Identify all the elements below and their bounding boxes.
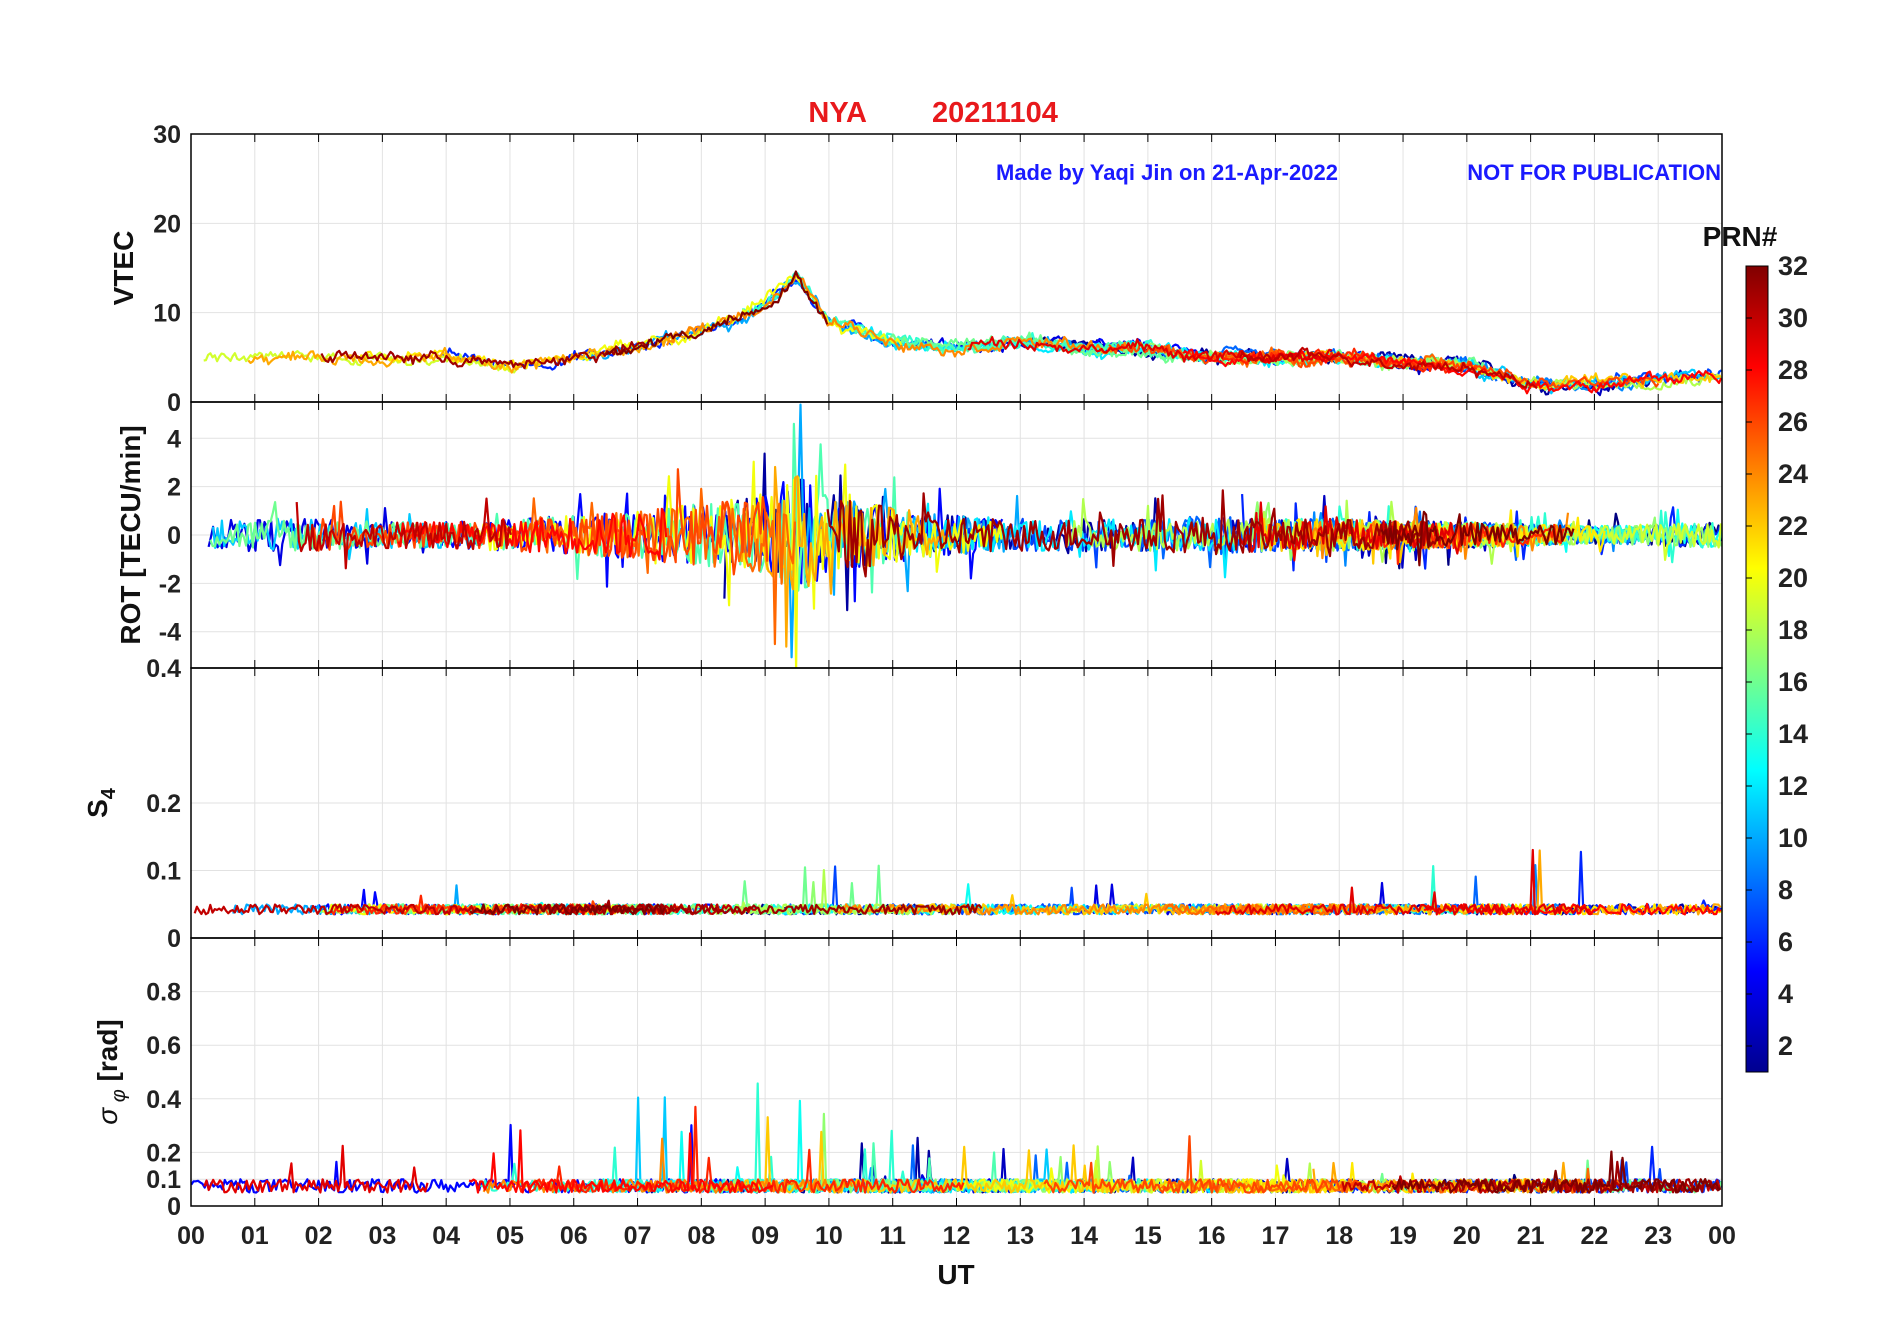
y-tick-label: 0 bbox=[167, 1193, 181, 1221]
rot-ylabel: ROT [TECU/min] bbox=[115, 425, 146, 644]
y-tick-label: 0 bbox=[167, 522, 181, 550]
x-tick-labels: 00 01 02 03 04 05 06 07 08 09 10 11 12 13 14 15 16 17 18 19… bbox=[177, 1222, 1736, 1250]
prn-series-line bbox=[665, 272, 1128, 358]
x-tick-label: 09 bbox=[751, 1222, 779, 1250]
colorbar-tick-label: 28 bbox=[1778, 355, 1808, 385]
made-by-annotation: Made by Yaqi Jin on 21-Apr-2022 bbox=[996, 160, 1338, 185]
colorbar-tick-label: 4 bbox=[1778, 979, 1793, 1009]
y-tick-label: 10 bbox=[153, 300, 181, 328]
colorbar-tick-label: 6 bbox=[1778, 927, 1793, 957]
vtec-series bbox=[203, 270, 1722, 397]
colorbar-tick-label: 16 bbox=[1778, 667, 1808, 697]
y-tick-label: 20 bbox=[153, 210, 181, 238]
panel-s4: 0 0.1 0.2 0.4 S4 bbox=[82, 655, 1723, 953]
x-tick-label: 23 bbox=[1644, 1222, 1672, 1250]
colorbar-title: PRN# bbox=[1703, 221, 1778, 252]
x-tick-label: 11 bbox=[879, 1222, 906, 1250]
x-tick-label: 06 bbox=[560, 1222, 588, 1250]
y-tick-label: 0.1 bbox=[146, 858, 181, 886]
colorbar-tick-label: 20 bbox=[1778, 563, 1808, 593]
x-tick-label: 20 bbox=[1453, 1222, 1481, 1250]
y-tick-label: 0.2 bbox=[146, 790, 181, 818]
figure: NYA 20211104 0102030 VTEC Made by Yaqi J… bbox=[82, 97, 1808, 1290]
y-tick-label: 0 bbox=[167, 389, 181, 417]
x-tick-label: 19 bbox=[1389, 1222, 1417, 1250]
y-tick-label: 0.4 bbox=[146, 655, 181, 683]
colorbar-tick-label: 2 bbox=[1778, 1031, 1793, 1061]
y-tick-label: -2 bbox=[159, 570, 181, 598]
x-tick-label: 18 bbox=[1325, 1222, 1353, 1250]
colorbar-tick-label: 26 bbox=[1778, 407, 1808, 437]
y-tick-label: 0.1 bbox=[146, 1166, 181, 1194]
title-date: 20211104 bbox=[932, 97, 1058, 129]
y-tick-label: 4 bbox=[167, 425, 181, 453]
s4-ylabel: S4 bbox=[82, 787, 120, 818]
s4-ytick-labels: 0 0.1 0.2 0.4 bbox=[146, 655, 181, 953]
y-tick-label: 2 bbox=[167, 474, 181, 502]
x-tick-label: 04 bbox=[432, 1222, 460, 1250]
x-tick-label: 00 bbox=[177, 1222, 205, 1250]
x-tick-label: 02 bbox=[305, 1222, 333, 1250]
x-tick-label: 01 bbox=[241, 1222, 269, 1250]
y-tick-label: 0.6 bbox=[146, 1032, 181, 1060]
x-tick-label: 21 bbox=[1517, 1222, 1545, 1250]
y-tick-label: 0.8 bbox=[146, 979, 181, 1007]
x-tick-label: 00 bbox=[1708, 1222, 1736, 1250]
colorbar-tick-label: 22 bbox=[1778, 511, 1808, 541]
y-tick-label: 0.2 bbox=[146, 1139, 181, 1167]
s4-series bbox=[193, 848, 1722, 916]
x-tick-label: 10 bbox=[815, 1222, 843, 1250]
x-tick-label: 16 bbox=[1198, 1222, 1226, 1250]
colorbar-tick-label: 24 bbox=[1778, 459, 1808, 489]
colorbar-tick-label: 30 bbox=[1778, 303, 1808, 333]
vtec-ytick-labels: 0 10 20 30 bbox=[153, 121, 181, 417]
panel-sigma-phi: 00.10.2 0.4 0.6 0.8 σ φ [rad] bbox=[92, 937, 1723, 1221]
x-tick-label: 17 bbox=[1262, 1222, 1290, 1250]
colorbar-tick-label: 12 bbox=[1778, 771, 1808, 801]
grid-sigma-phi bbox=[190, 938, 1723, 1207]
x-tick-label: 15 bbox=[1134, 1222, 1162, 1250]
panel-rot: -4 -2 0 2 4 ROT [TECU/min] bbox=[115, 401, 1723, 669]
x-tick-label: 08 bbox=[687, 1222, 715, 1250]
colorbar-gradient bbox=[1745, 265, 1769, 1073]
vtec-ylabel: VTEC bbox=[108, 231, 139, 306]
x-tick-label: 22 bbox=[1581, 1222, 1609, 1250]
sigma-phi-ytick-labels: 00.10.2 0.4 0.6 0.8 bbox=[146, 979, 181, 1221]
x-tick-label: 13 bbox=[1006, 1222, 1034, 1250]
x-tick-label: 14 bbox=[1070, 1222, 1098, 1250]
title-station: NYA bbox=[808, 97, 867, 129]
prn-series-line bbox=[819, 308, 1172, 362]
panel-vtec: 0 10 20 30 VTEC Made by Yaqi Jin on 21-Apr-… bbox=[108, 121, 1723, 417]
colorbar-tick-label: 18 bbox=[1778, 615, 1808, 645]
sigma-phi-ylabel: σ φ [rad] bbox=[92, 1019, 130, 1125]
y-tick-label: 30 bbox=[153, 121, 181, 149]
x-tick-label: 03 bbox=[368, 1222, 396, 1250]
not-for-publication-annotation: NOT FOR PUBLICATION bbox=[1467, 160, 1721, 185]
colorbar-tick-label: 8 bbox=[1778, 875, 1793, 905]
x-tick-label: 07 bbox=[624, 1222, 652, 1250]
rot-ytick-labels: -4 -2 0 2 4 bbox=[159, 425, 181, 646]
rot-series bbox=[207, 403, 1722, 668]
colorbar-tick-label: 14 bbox=[1778, 719, 1808, 749]
x-tick-label: 05 bbox=[496, 1222, 524, 1250]
colorbar-tick-label: 10 bbox=[1778, 823, 1808, 853]
colorbar-tick-label: 32 bbox=[1778, 251, 1808, 281]
x-axis-label: UT bbox=[937, 1259, 974, 1290]
colorbar: PRN# 2468101214161820222426283032 bbox=[1703, 221, 1808, 1073]
y-tick-label: 0.4 bbox=[146, 1086, 181, 1114]
y-tick-label: 0 bbox=[167, 925, 181, 953]
y-tick-label: -4 bbox=[159, 619, 181, 647]
x-tick-label: 12 bbox=[943, 1222, 971, 1250]
